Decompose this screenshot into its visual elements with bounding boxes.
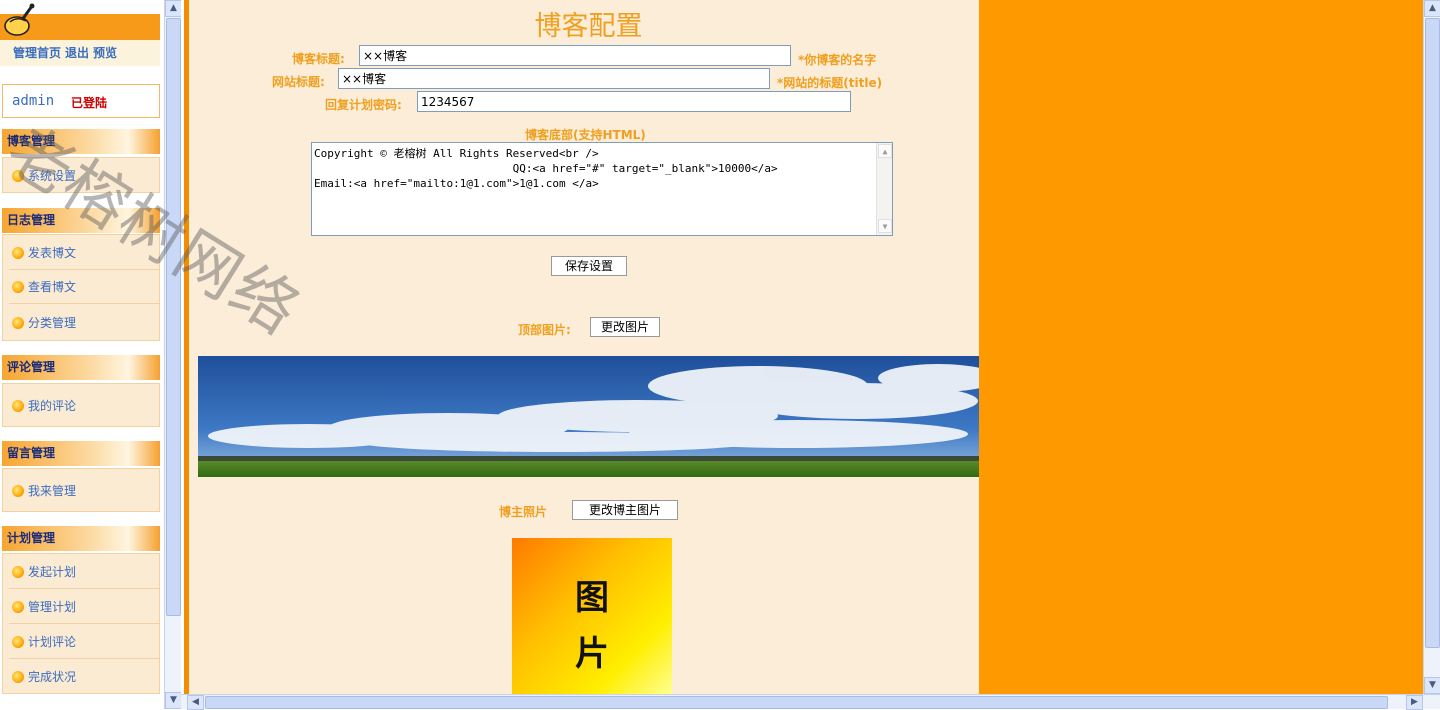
footer-html-text: Copyright © 老榕树 All Rights Reserved<br /… bbox=[314, 147, 778, 190]
scroll-down-arrow-icon[interactable]: ▼ bbox=[165, 692, 182, 709]
right-scroll-thumb[interactable] bbox=[1425, 18, 1440, 648]
menu-label: 管理计划 bbox=[28, 600, 77, 614]
main-content: 博客配置 博客标题: *你博客的名字 网站标题: *网站的标题(title) 回… bbox=[198, 0, 979, 694]
section-comment-manage[interactable]: 评论管理 bbox=[2, 355, 160, 380]
bullet-icon bbox=[12, 317, 24, 329]
scroll-up-arrow-icon[interactable]: ▲ bbox=[878, 144, 892, 158]
bullet-icon bbox=[12, 566, 24, 578]
owner-photo-glyphs: 图 片 bbox=[575, 578, 609, 674]
footer-html-textarea[interactable]: Copyright © 老榕树 All Rights Reserved<br /… bbox=[311, 142, 893, 236]
left-header bbox=[0, 0, 164, 40]
bullet-icon bbox=[12, 281, 24, 293]
bullet-icon bbox=[12, 400, 24, 412]
owner-photo-label: 博主照片 bbox=[499, 505, 548, 519]
save-settings-button[interactable]: 保存设置 bbox=[551, 256, 627, 276]
menu-label: 系统设置 bbox=[28, 169, 77, 183]
bottom-scrollbar[interactable]: ◀ ▶ bbox=[181, 694, 1440, 710]
owner-photo-placeholder: 图 片 bbox=[512, 538, 672, 694]
top-banner-image bbox=[198, 356, 979, 477]
menu-message-admin[interactable]: 我来管理 bbox=[9, 474, 159, 508]
blog-title-input[interactable] bbox=[359, 45, 791, 66]
section-plan-manage-body: 发起计划 管理计划 计划评论 完成状况 bbox=[2, 553, 160, 694]
change-owner-photo-button[interactable]: 更改博主图片 bbox=[572, 500, 678, 520]
menu-label: 发表博文 bbox=[28, 246, 77, 260]
reply-password-input[interactable] bbox=[417, 91, 851, 112]
menu-label: 分类管理 bbox=[28, 316, 77, 330]
menu-completion-status[interactable]: 完成状况 bbox=[9, 660, 159, 694]
frame-divider bbox=[181, 0, 198, 694]
section-post-manage-body: 发表博文 查看博文 分类管理 bbox=[2, 234, 160, 341]
menu-my-comments[interactable]: 我的评论 bbox=[9, 389, 159, 423]
owner-photo-text: 图 片 bbox=[512, 570, 672, 682]
login-status: 已登陆 bbox=[71, 96, 108, 110]
section-plan-manage[interactable]: 计划管理 bbox=[2, 526, 160, 551]
footer-textarea-scrollbar[interactable]: ▲ ▼ bbox=[876, 143, 892, 235]
bullet-icon bbox=[12, 247, 24, 259]
user-box: admin 已登陆 bbox=[2, 84, 160, 118]
left-scrollbar[interactable]: ▲ ▼ bbox=[164, 0, 182, 709]
menu-label: 我来管理 bbox=[28, 484, 77, 498]
blog-title-label: 博客标题: bbox=[292, 52, 345, 66]
menu-view-posts[interactable]: 查看博文 bbox=[9, 270, 159, 304]
bullet-icon bbox=[12, 671, 24, 683]
site-title-label: 网站标题: bbox=[272, 75, 325, 89]
reply-password-label: 回复计划密码: bbox=[325, 98, 402, 112]
section-comment-manage-body: 我的评论 bbox=[2, 383, 160, 427]
section-message-manage-body: 我来管理 bbox=[2, 468, 160, 512]
site-title-input[interactable] bbox=[338, 68, 770, 89]
section-blog-manage[interactable]: 博客管理 bbox=[2, 129, 160, 154]
left-scroll-thumb[interactable] bbox=[166, 18, 181, 616]
site-title-note: *网站的标题(title) bbox=[777, 76, 883, 90]
blog-title-note: *你博客的名字 bbox=[798, 53, 877, 67]
link-logout[interactable]: 退出 bbox=[65, 46, 89, 60]
bullet-icon bbox=[12, 601, 24, 613]
bullet-icon bbox=[12, 485, 24, 497]
top-image-label: 顶部图片: bbox=[518, 323, 571, 337]
bottom-scroll-thumb[interactable] bbox=[205, 696, 1388, 709]
scroll-right-arrow-icon[interactable]: ▶ bbox=[1406, 695, 1423, 710]
bullet-icon bbox=[12, 636, 24, 648]
right-scrollbar[interactable]: ▲ ▼ bbox=[1423, 0, 1440, 694]
left-nav-frame: 管理首页 退出 预览 admin 已登陆 博客管理 系统设置 日志管理 发表博文 查… bbox=[0, 0, 164, 709]
right-orange-area bbox=[979, 0, 1423, 694]
menu-label: 我的评论 bbox=[28, 399, 77, 413]
username: admin bbox=[12, 93, 55, 109]
change-top-image-button[interactable]: 更改图片 bbox=[590, 317, 660, 337]
scroll-up-arrow-icon[interactable]: ▲ bbox=[165, 0, 182, 17]
link-preview[interactable]: 预览 bbox=[93, 46, 117, 60]
menu-create-plan[interactable]: 发起计划 bbox=[9, 555, 159, 589]
menu-new-post[interactable]: 发表博文 bbox=[9, 236, 159, 270]
page-title: 博客配置 bbox=[534, 11, 643, 42]
top-links: 管理首页 退出 预览 bbox=[0, 40, 160, 66]
menu-label: 查看博文 bbox=[28, 280, 77, 294]
menu-category-manage[interactable]: 分类管理 bbox=[9, 306, 159, 340]
menu-manage-plan[interactable]: 管理计划 bbox=[9, 590, 159, 624]
scroll-left-arrow-icon[interactable]: ◀ bbox=[187, 695, 204, 710]
bullet-icon bbox=[12, 170, 24, 182]
link-admin-home[interactable]: 管理首页 bbox=[13, 46, 61, 60]
footer-label: 博客底部(支持HTML) bbox=[525, 128, 646, 142]
scroll-down-arrow-icon[interactable]: ▼ bbox=[1424, 677, 1440, 694]
menu-label: 计划评论 bbox=[28, 635, 77, 649]
scroll-down-arrow-icon[interactable]: ▼ bbox=[878, 219, 892, 233]
menu-label: 完成状况 bbox=[28, 670, 77, 684]
paint-brush-icon bbox=[4, 3, 35, 36]
section-blog-manage-body: 系统设置 bbox=[2, 157, 160, 193]
section-post-manage[interactable]: 日志管理 bbox=[2, 208, 160, 233]
section-message-manage[interactable]: 留言管理 bbox=[2, 441, 160, 466]
scroll-up-arrow-icon[interactable]: ▲ bbox=[1424, 0, 1440, 17]
menu-plan-comments[interactable]: 计划评论 bbox=[9, 625, 159, 659]
menu-system-settings[interactable]: 系统设置 bbox=[9, 159, 159, 193]
menu-label: 发起计划 bbox=[28, 565, 77, 579]
